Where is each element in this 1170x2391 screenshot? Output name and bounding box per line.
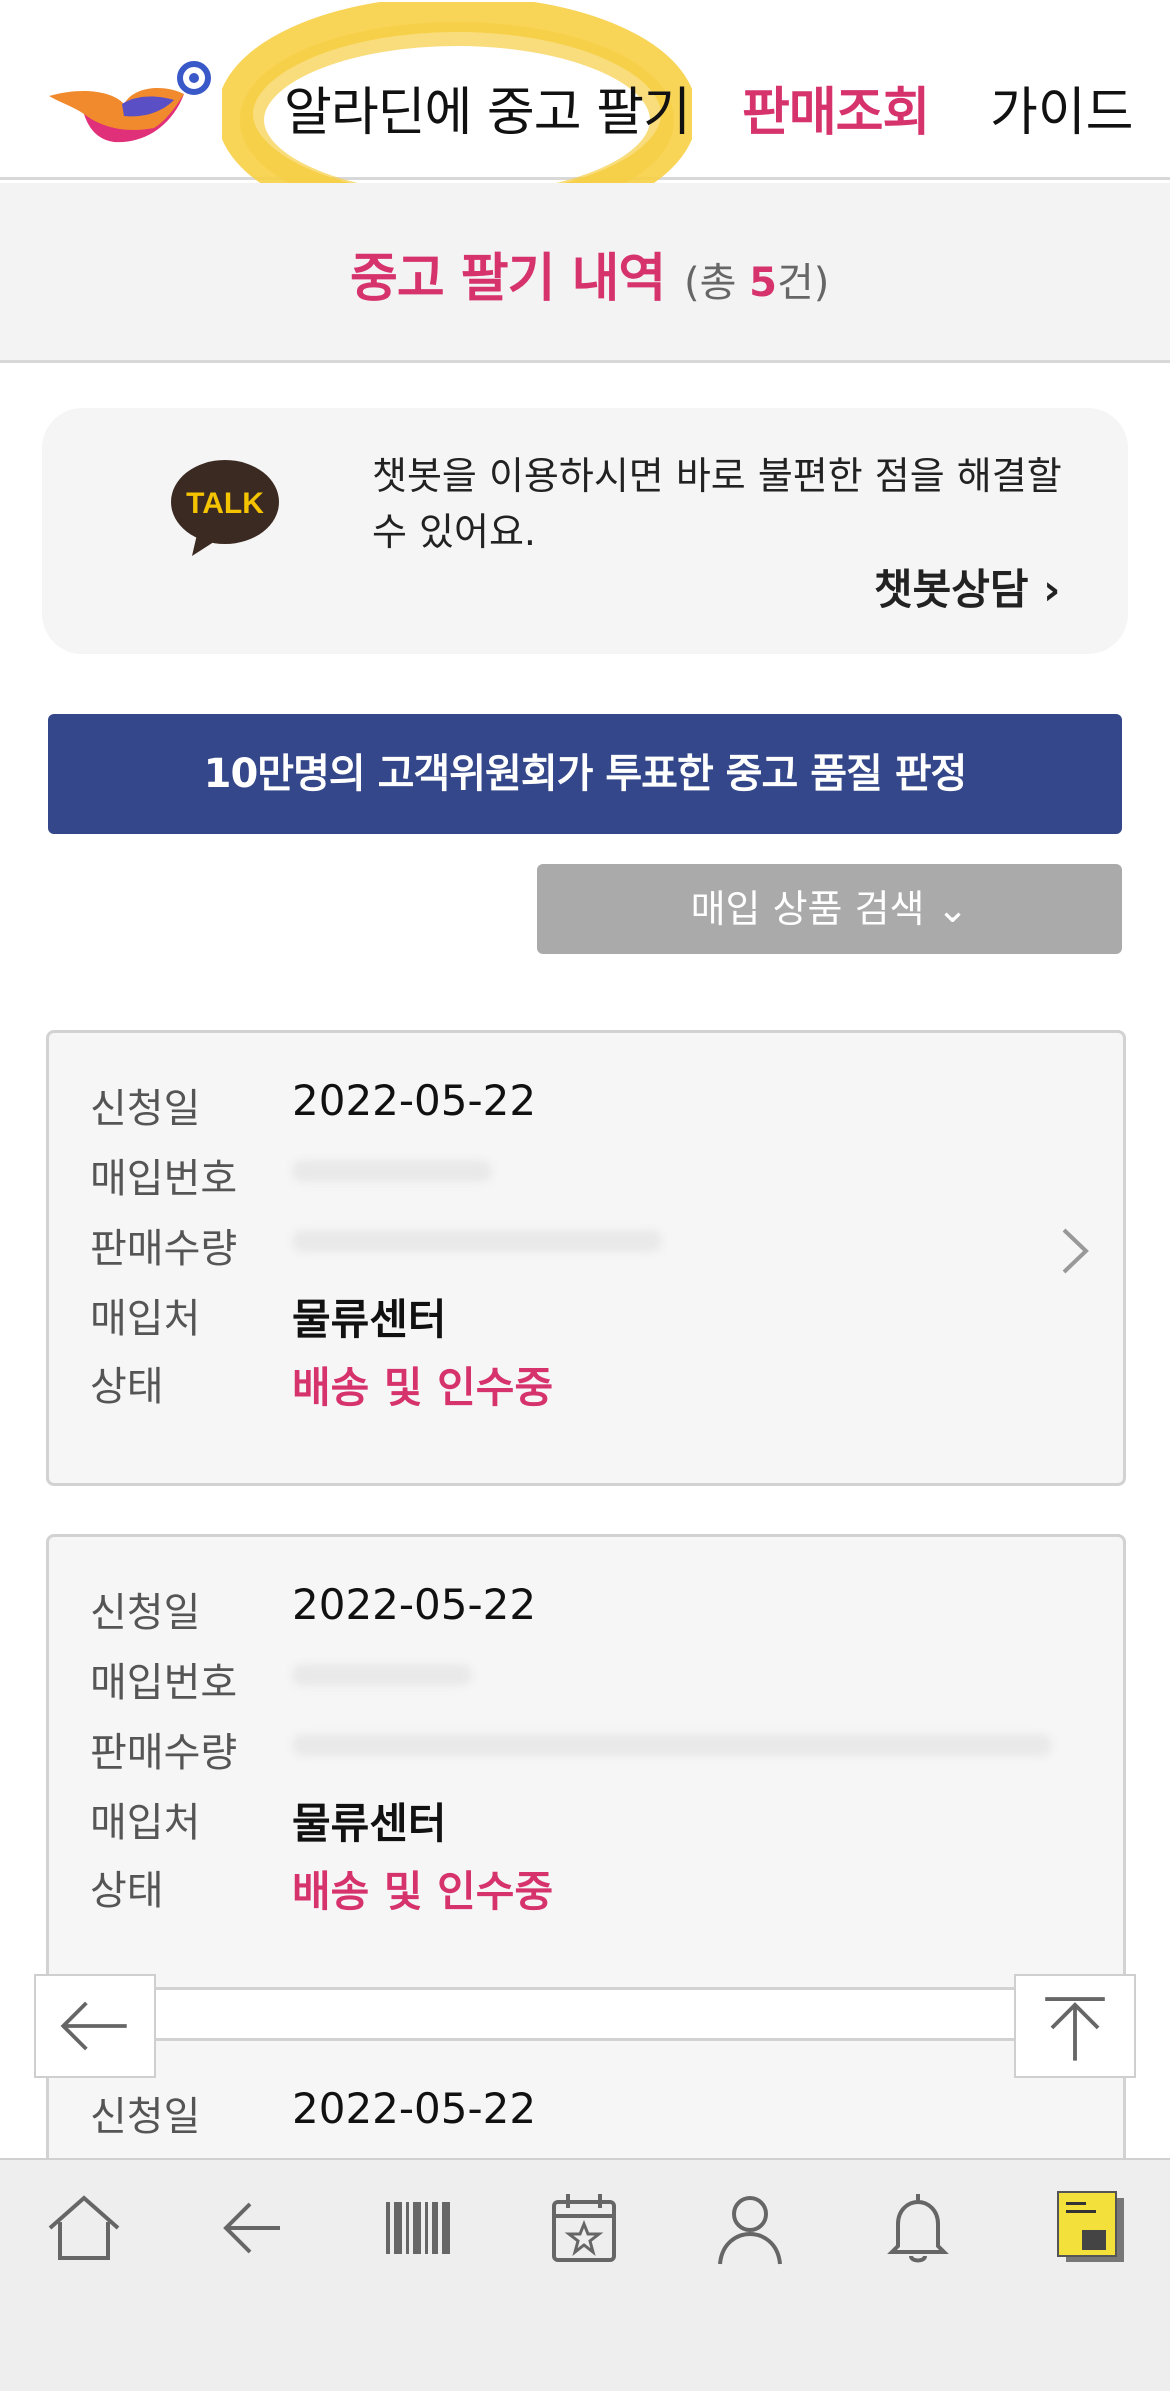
order-status: 배송 및 인수중	[292, 1363, 554, 1412]
chatbot-consult-link[interactable]: 챗봇상담 ›	[874, 556, 1061, 617]
chevron-right-icon[interactable]	[1060, 1226, 1090, 1276]
aladin-lamp-logo[interactable]	[44, 56, 224, 146]
nav-guide[interactable]: 가이드	[990, 70, 1134, 145]
redacted-sale-quantity	[292, 1230, 662, 1252]
redacted-purchase-number	[292, 1160, 492, 1182]
label-status: 상태	[90, 1868, 164, 1914]
chatbot-message: 챗봇을 이용하시면 바로 불편한 점을 해결할 수 있어요.	[372, 454, 1062, 554]
label-sale-quantity: 판매수량	[90, 1226, 238, 1272]
nav-sell-used[interactable]: 알라딘에 중고 팔기	[284, 70, 691, 145]
label-purchase-number: 매입번호	[90, 1156, 238, 1202]
label-purchase-number: 매입번호	[90, 1660, 238, 1706]
back-floating-button[interactable]	[34, 1974, 156, 2078]
nav-sales-lookup[interactable]: 판매조회	[742, 70, 930, 145]
label-apply-date: 신청일	[90, 1086, 201, 1132]
quality-judgment-banner[interactable]: 10만명의 고객위원회가 투표한 중고 품질 판정	[48, 714, 1122, 834]
bell-icon[interactable]	[878, 2188, 958, 2268]
redacted-purchase-number	[292, 1664, 472, 1686]
person-icon[interactable]	[710, 2188, 790, 2268]
scroll-top-floating-button[interactable]	[1014, 1974, 1136, 2078]
label-status: 상태	[90, 1364, 164, 1410]
calendar-star-icon[interactable]	[544, 2188, 624, 2268]
total-count-number: 5	[749, 260, 777, 306]
apply-date: 2022-05-22	[292, 1580, 537, 1629]
total-count: (총 5건)	[684, 260, 830, 306]
left-arrow-icon	[60, 2001, 127, 2051]
page-title: 중고 팔기 내역	[350, 249, 666, 309]
label-apply-date: 신청일	[90, 1590, 201, 1636]
barcode-icon[interactable]	[378, 2188, 458, 2268]
home-icon[interactable]	[44, 2188, 124, 2268]
up-arrow-icon	[1045, 1997, 1105, 2061]
svg-text:TALK: TALK	[186, 487, 264, 520]
redacted-sale-quantity	[292, 1734, 1052, 1756]
back-arrow-icon[interactable]	[210, 2188, 290, 2268]
label-apply-date: 신청일	[90, 2094, 201, 2140]
book-thumbnail-icon[interactable]	[1052, 2188, 1132, 2268]
label-sale-quantity: 판매수량	[90, 1730, 238, 1776]
purchase-item-search-button[interactable]: 매입 상품 검색 ⌄	[537, 864, 1122, 954]
order-status: 배송 및 인수중	[292, 1867, 554, 1916]
purchaser: 물류센터	[292, 1295, 447, 1344]
label-purchaser: 매입처	[90, 1296, 201, 1342]
label-purchaser: 매입처	[90, 1800, 201, 1846]
apply-date: 2022-05-22	[292, 1076, 537, 1125]
apply-date: 2022-05-22	[292, 2084, 537, 2133]
kakao-talk-icon: TALK	[171, 460, 279, 556]
purchaser: 물류센터	[292, 1799, 447, 1848]
